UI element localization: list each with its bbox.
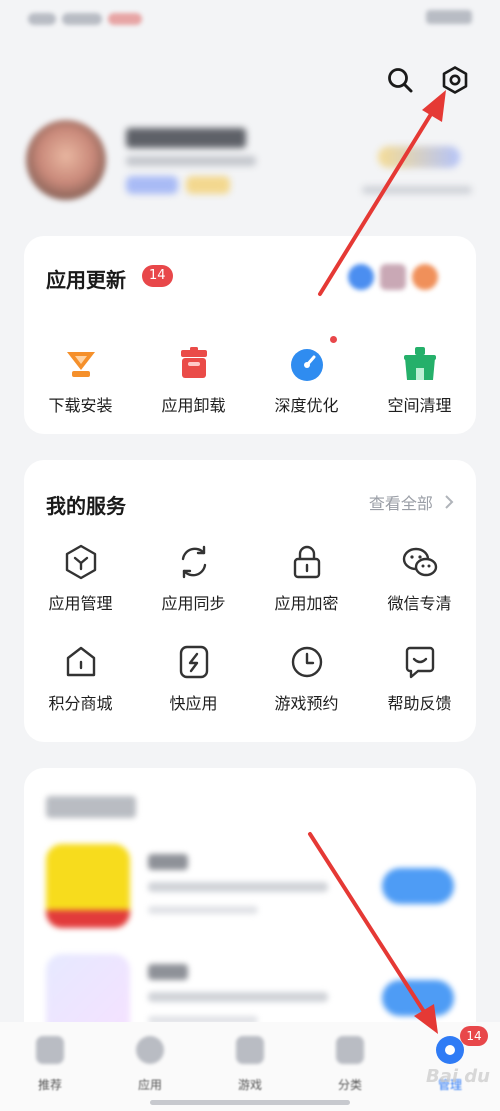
my-services-title: 我的服务: [46, 494, 126, 518]
recommend-title-blurred: [46, 796, 136, 818]
settings-button[interactable]: [437, 62, 473, 98]
my-services-card: 我的服务 查看全部 应用管理 应用同步 应用加密 微信专清 积分商城 快应用 游…: [24, 460, 476, 742]
recommended-app-meta-blurred: [148, 906, 258, 914]
manage-tab-icon: [436, 1036, 464, 1064]
service-points-mall[interactable]: 积分商城: [24, 642, 137, 714]
recommend-tab-icon: [36, 1036, 64, 1064]
service-app-encrypt-label: 应用加密: [274, 594, 339, 613]
tab-games[interactable]: 游戏: [210, 1036, 290, 1093]
deep-optimize-item[interactable]: 深度优化: [250, 336, 363, 416]
lock-icon: [287, 542, 327, 582]
service-wechat-clean[interactable]: 微信专清: [363, 542, 476, 614]
tab-games-label: 游戏: [237, 1078, 262, 1092]
service-quick-app[interactable]: 快应用: [137, 642, 250, 714]
search-icon: [388, 68, 413, 93]
recommended-app-install-button[interactable]: [382, 868, 454, 904]
download-install-label: 下载安装: [48, 396, 113, 415]
updates-count-badge: 14: [142, 265, 173, 287]
manage-tab-badge: 14: [460, 1026, 488, 1046]
settings-hexagon-icon: [442, 66, 468, 94]
service-app-manage[interactable]: 应用管理: [24, 542, 137, 614]
service-help-feedback-label: 帮助反馈: [387, 694, 452, 713]
tab-apps-label: 应用: [137, 1078, 162, 1092]
feedback-icon: [400, 642, 440, 682]
vip-text-blurred: [362, 186, 472, 194]
gamepad-tab-icon: [236, 1036, 264, 1064]
service-help-feedback[interactable]: 帮助反馈: [363, 642, 476, 714]
apps-tab-icon: [136, 1036, 164, 1064]
recommended-app-desc-blurred: [148, 882, 328, 892]
space-clean-label: 空间清理: [387, 396, 452, 415]
sync-icon: [174, 542, 214, 582]
status-bar: [0, 0, 500, 40]
home-indicator[interactable]: [150, 1100, 350, 1105]
download-icon: [61, 344, 101, 384]
service-app-sync-label: 应用同步: [161, 594, 226, 613]
profile-header[interactable]: [26, 120, 474, 210]
app-updates-title[interactable]: 应用更新: [46, 264, 126, 293]
space-clean-item[interactable]: 空间清理: [363, 344, 476, 416]
categories-tab-icon: [336, 1036, 364, 1064]
app-uninstall-label: 应用卸载: [161, 396, 226, 415]
app-uninstall-item[interactable]: 应用卸载: [137, 344, 250, 416]
points-mall-icon: [61, 642, 101, 682]
profile-subtitle-blurred: [126, 156, 256, 166]
tab-apps[interactable]: 应用: [110, 1036, 190, 1093]
tab-recommend[interactable]: 推荐: [10, 1036, 90, 1093]
download-install-item[interactable]: 下载安装: [24, 344, 137, 416]
service-points-mall-label: 积分商城: [48, 694, 113, 713]
service-game-reserve[interactable]: 游戏预约: [250, 642, 363, 714]
service-game-reserve-label: 游戏预约: [274, 694, 339, 713]
service-wechat-clean-label: 微信专清: [387, 594, 452, 613]
clock-icon: [287, 642, 327, 682]
chevron-right-icon: [444, 494, 454, 513]
see-all-label: 查看全部: [368, 494, 433, 513]
status-bar-right: [426, 10, 472, 24]
avatar[interactable]: [26, 120, 106, 200]
status-bar-left: [28, 10, 178, 26]
tab-recommend-label: 推荐: [37, 1078, 62, 1092]
service-app-sync[interactable]: 应用同步: [137, 542, 250, 614]
recommended-app-name-blurred: [148, 964, 188, 980]
wechat-icon: [400, 542, 440, 582]
profile-tag-blurred: [126, 176, 178, 194]
service-app-manage-label: 应用管理: [48, 594, 113, 613]
trash-icon: [174, 344, 214, 384]
watermark: Bai du: [425, 1066, 490, 1087]
profile-tag-blurred: [186, 176, 230, 194]
optimize-gauge-icon: [287, 336, 337, 384]
deep-optimize-label: 深度优化: [274, 396, 339, 415]
recommended-app-icon[interactable]: [46, 844, 130, 928]
recommended-app-install-button[interactable]: [382, 980, 454, 1016]
service-app-encrypt[interactable]: 应用加密: [250, 542, 363, 614]
vip-badge-blurred[interactable]: [378, 146, 460, 168]
tab-categories-label: 分类: [337, 1078, 362, 1092]
service-quick-app-label: 快应用: [169, 694, 218, 713]
recommended-app-name-blurred: [148, 854, 188, 870]
app-manage-icon: [61, 542, 101, 582]
search-button[interactable]: [382, 62, 418, 98]
profile-name-blurred: [126, 128, 246, 148]
quick-app-icon: [174, 642, 214, 682]
new-dot-badge: [329, 336, 337, 343]
app-updates-card: 应用更新 14 下载安装 应用卸载 深度优化 空间清理: [24, 236, 476, 434]
pending-update-icons[interactable]: [340, 262, 450, 292]
recommended-app-desc-blurred: [148, 992, 328, 1002]
clean-icon: [400, 344, 440, 384]
tab-categories[interactable]: 分类: [310, 1036, 390, 1093]
see-all-link[interactable]: 查看全部: [369, 490, 454, 514]
